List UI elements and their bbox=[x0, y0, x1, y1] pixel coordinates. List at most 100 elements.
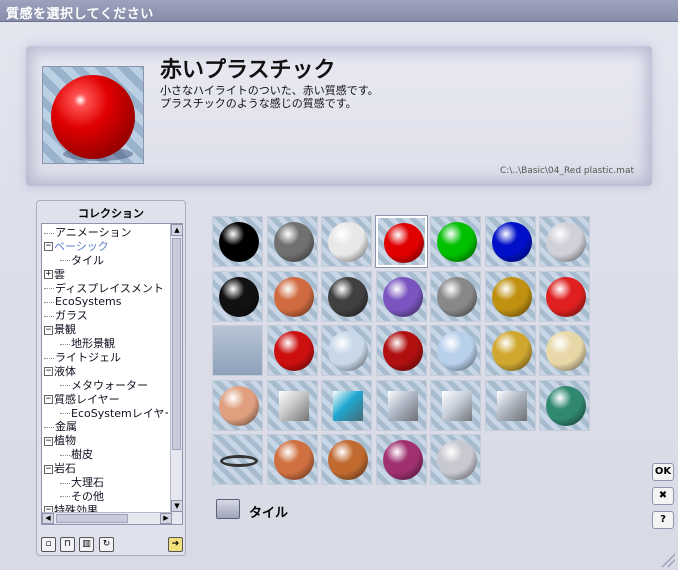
tree-item[interactable]: EcoSystemレイヤー bbox=[44, 407, 168, 421]
material-thumbnail[interactable] bbox=[484, 216, 536, 267]
material-thumbnail[interactable] bbox=[212, 434, 263, 485]
material-thumbnail[interactable] bbox=[321, 270, 372, 322]
collection-tree[interactable]: アニメーション − ベーシック タイル + 雲ディスプレイスメント EcoSystems ガラ… bbox=[41, 223, 183, 525]
horizontal-scrollbar[interactable]: ◀ ▶ bbox=[42, 512, 172, 524]
collection-panel: コレクション アニメーション − ベーシック タイル + 雲ディスプレイスメント EcoSy… bbox=[36, 200, 186, 556]
material-thumbnail[interactable] bbox=[266, 379, 318, 431]
material-thumbnail[interactable] bbox=[430, 434, 481, 485]
material-thumbnail[interactable] bbox=[539, 216, 590, 267]
tree-item[interactable]: − 岩石 bbox=[44, 462, 168, 476]
material-thumbnail[interactable] bbox=[484, 379, 536, 431]
tree-item[interactable]: EcoSystems bbox=[44, 295, 168, 309]
scroll-up-arrow[interactable]: ▲ bbox=[171, 224, 182, 236]
tree-item[interactable]: ガラス bbox=[44, 309, 168, 323]
sphere-preview bbox=[219, 385, 259, 426]
material-thumbnail[interactable] bbox=[430, 325, 481, 376]
tree-item[interactable]: タイル bbox=[44, 254, 168, 268]
new-page-icon[interactable]: ▫ bbox=[41, 537, 56, 552]
window-title: 質感を選択してください bbox=[6, 7, 154, 22]
sphere-preview bbox=[546, 276, 586, 317]
material-thumbnail[interactable] bbox=[212, 216, 263, 267]
material-thumbnail[interactable] bbox=[430, 379, 481, 431]
material-thumbnail[interactable] bbox=[375, 325, 427, 376]
material-thumbnail[interactable] bbox=[266, 270, 318, 322]
collapse-icon[interactable]: − bbox=[44, 436, 53, 446]
scroll-down-arrow[interactable]: ▼ bbox=[171, 500, 182, 512]
sphere-preview bbox=[273, 331, 314, 371]
cube-preview bbox=[333, 390, 363, 421]
close-button[interactable]: ✖ bbox=[652, 487, 674, 505]
material-thumbnail[interactable] bbox=[321, 216, 372, 267]
scroll-right-arrow[interactable]: ▶ bbox=[160, 513, 172, 524]
material-thumbnail[interactable] bbox=[266, 325, 318, 376]
tree-item[interactable]: ライトジェル bbox=[44, 351, 168, 365]
material-thumbnail[interactable] bbox=[266, 216, 318, 267]
tree-item[interactable]: − 植物 bbox=[44, 434, 168, 448]
tree-item[interactable]: − 質感レイヤー bbox=[44, 393, 168, 407]
sphere-preview bbox=[273, 440, 314, 480]
tree-item-label: ガラス bbox=[55, 309, 88, 323]
material-thumbnail[interactable] bbox=[484, 270, 536, 322]
tree-item[interactable]: − ベーシック bbox=[44, 240, 168, 254]
material-thumbnail[interactable] bbox=[321, 325, 372, 376]
material-thumbnail[interactable] bbox=[375, 216, 427, 267]
resize-grip[interactable] bbox=[661, 553, 675, 567]
material-thumbnail[interactable] bbox=[375, 270, 427, 322]
cube-preview bbox=[278, 390, 309, 421]
collapse-icon[interactable]: − bbox=[44, 464, 53, 474]
vertical-scrollbar[interactable]: ▲ ▼ bbox=[170, 224, 182, 524]
material-description: 小さなハイライトのついた、赤い質感です。 プラスチックのような感じの質感です。 bbox=[160, 84, 379, 110]
tree-item[interactable]: 金属 bbox=[44, 420, 168, 434]
tree-item[interactable]: 大理石 bbox=[44, 476, 168, 490]
arrow-right-icon[interactable]: ➔ bbox=[168, 537, 183, 552]
scroll-left-arrow[interactable]: ◀ bbox=[42, 513, 54, 524]
tree-item[interactable]: 樹皮 bbox=[44, 448, 168, 462]
lock-icon[interactable]: ⊓ bbox=[60, 537, 75, 552]
tree-connector bbox=[60, 454, 70, 456]
material-thumbnail[interactable] bbox=[539, 379, 590, 431]
material-thumbnail[interactable] bbox=[212, 325, 263, 376]
tree-item[interactable]: その他 bbox=[44, 490, 168, 504]
material-thumbnail[interactable] bbox=[539, 270, 590, 322]
material-thumbnail[interactable] bbox=[212, 379, 263, 431]
expand-icon[interactable]: + bbox=[44, 270, 53, 280]
material-thumbnail[interactable] bbox=[430, 270, 481, 322]
collapse-icon[interactable]: − bbox=[44, 395, 53, 405]
collapse-icon[interactable]: − bbox=[44, 367, 53, 377]
material-path: C:\..\Basic\04_Red plastic.mat bbox=[500, 166, 634, 176]
material-thumbnail[interactable] bbox=[430, 216, 481, 267]
title-bar: 質感を選択してください bbox=[0, 0, 678, 22]
tree-item-label: ディスプレイスメント bbox=[55, 281, 164, 295]
refresh-icon[interactable]: ↻ bbox=[99, 537, 114, 552]
trash-icon[interactable]: ▥ bbox=[79, 537, 94, 552]
collapse-icon[interactable]: − bbox=[44, 242, 53, 252]
sphere-preview bbox=[491, 331, 532, 371]
material-thumbnail[interactable] bbox=[321, 379, 372, 431]
sphere-preview bbox=[546, 222, 586, 262]
material-thumbnail[interactable] bbox=[484, 325, 536, 376]
ok-button[interactable]: OK bbox=[652, 463, 674, 481]
tree-item[interactable]: メタウォーター bbox=[44, 379, 168, 393]
help-button[interactable]: ? bbox=[652, 511, 674, 529]
sphere-preview bbox=[273, 222, 314, 262]
material-thumbnail[interactable] bbox=[266, 434, 318, 485]
tree-connector bbox=[44, 357, 54, 359]
tree-item[interactable]: − 景観 bbox=[44, 323, 168, 337]
scroll-thumb[interactable] bbox=[172, 238, 181, 450]
material-thumbnail[interactable] bbox=[212, 270, 263, 322]
material-thumbnail[interactable] bbox=[375, 379, 427, 431]
material-thumbnail[interactable] bbox=[321, 434, 372, 485]
tree-connector bbox=[44, 232, 54, 234]
collapse-icon[interactable]: − bbox=[44, 325, 53, 335]
hscroll-thumb[interactable] bbox=[56, 514, 128, 523]
material-thumbnail[interactable] bbox=[375, 434, 427, 485]
tree-item[interactable]: アニメーション bbox=[44, 226, 168, 240]
tree-item[interactable]: 地形景観 bbox=[44, 337, 168, 351]
tree-item[interactable]: − 液体 bbox=[44, 365, 168, 379]
material-thumbnail[interactable] bbox=[539, 325, 590, 376]
tree-item-label: EcoSystems bbox=[55, 295, 122, 309]
tree-item[interactable]: + 雲 bbox=[44, 268, 168, 282]
tree-item[interactable]: ディスプレイスメント bbox=[44, 282, 168, 296]
sphere-preview bbox=[328, 276, 368, 317]
sphere-preview bbox=[383, 223, 424, 263]
